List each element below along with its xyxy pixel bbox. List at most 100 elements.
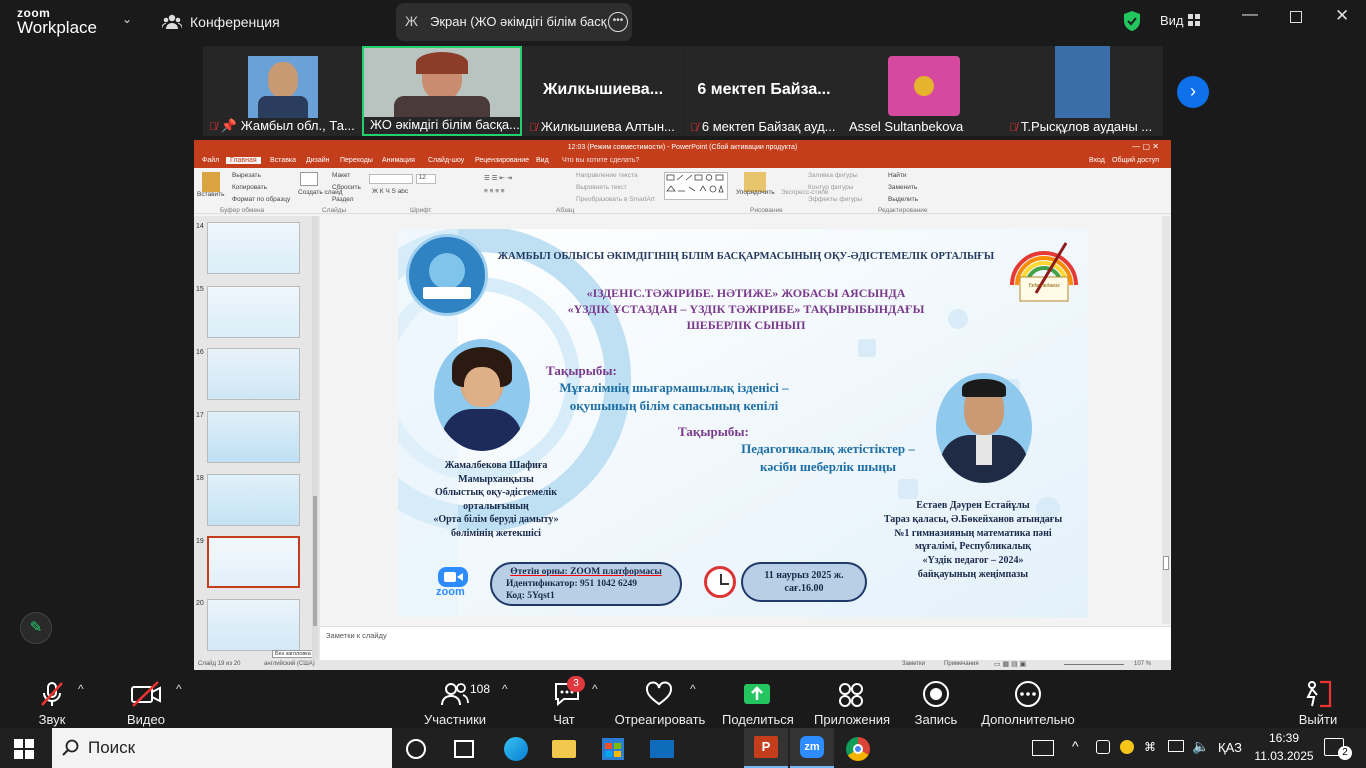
align-text-button[interactable]: Выровнять текст — [576, 184, 627, 191]
taskbar-search-box[interactable]: Поиск — [52, 728, 392, 768]
tab-design[interactable]: Дизайн — [306, 157, 330, 164]
tab-slideshow[interactable]: Слайд-шоу — [428, 157, 464, 164]
tab-file[interactable]: Файл — [202, 157, 219, 164]
view-button[interactable]: Вид — [1160, 13, 1184, 28]
section-button[interactable]: Раздел — [332, 196, 353, 203]
shapes-gallery[interactable] — [664, 172, 728, 200]
slide-thumbnail-20[interactable] — [207, 599, 300, 651]
slide-thumbnail-15[interactable] — [207, 286, 300, 338]
share-button[interactable]: Поделиться — [722, 712, 794, 727]
window-close-icon[interactable]: ✕ — [1335, 6, 1349, 26]
window-minimize-icon[interactable]: — — [1242, 6, 1258, 24]
font-style-buttons[interactable]: Ж К Ч S abc — [372, 188, 408, 195]
record-icon[interactable] — [922, 680, 950, 708]
leave-button[interactable]: Выйти — [1296, 712, 1340, 727]
video-off-icon[interactable] — [130, 680, 162, 708]
video-tile-4[interactable]: 6 мектеп Байза... 🎙̸ 6 мектеп Байзақ ауд… — [684, 46, 844, 136]
participants-button[interactable]: Участники — [420, 712, 490, 727]
font-name-select[interactable] — [369, 174, 413, 184]
paste-icon[interactable] — [202, 172, 220, 192]
ppt-window-controls[interactable]: — ▢ ✕ — [1132, 142, 1159, 151]
task-view-icon[interactable] — [454, 740, 474, 758]
chat-button[interactable]: Чат — [544, 712, 584, 727]
video-tile-1[interactable]: 🎙̸ 📌 Жамбыл обл., Та... — [203, 46, 363, 136]
smartart-button[interactable]: Преобразовать в SmartArt — [576, 196, 655, 203]
slide-thumbnail-14[interactable] — [207, 222, 300, 274]
apps-icon[interactable] — [836, 680, 866, 708]
reactions-chevron-icon[interactable]: ^ — [690, 682, 696, 710]
shape-effects-button[interactable]: Эффекты фигуры — [808, 196, 862, 203]
file-explorer-icon[interactable] — [552, 740, 576, 758]
participants-chevron-icon[interactable]: ^ — [502, 682, 508, 710]
participants-icon[interactable] — [440, 680, 470, 708]
video-options-chevron-icon[interactable]: ^ — [176, 682, 182, 710]
video-tile-5[interactable]: Assel Sultanbekova — [843, 46, 1003, 136]
slide-thumbnail-17[interactable] — [207, 411, 300, 463]
chat-chevron-icon[interactable]: ^ — [592, 682, 598, 710]
tell-me-search[interactable]: Что вы хотите сделать? — [562, 157, 639, 164]
microphone-muted-icon[interactable] — [38, 680, 66, 708]
new-slide-icon[interactable] — [300, 172, 318, 186]
clock-time[interactable]: 16:39 — [1256, 731, 1312, 745]
chrome-icon[interactable] — [846, 737, 870, 761]
video-tile-2-active-speaker[interactable]: ЖО әкімдігі білім басқа... — [362, 46, 522, 136]
zoom-slider[interactable] — [1064, 664, 1124, 665]
ms-store-icon[interactable] — [602, 738, 624, 760]
network-icon[interactable] — [1168, 740, 1184, 752]
volume-icon[interactable]: 🔈 — [1192, 738, 1209, 755]
shape-outline-button[interactable]: Контур фигуры — [808, 184, 853, 191]
reaction-heart-icon[interactable] — [644, 680, 674, 708]
slide-thumbnail-16[interactable] — [207, 348, 300, 400]
apps-button[interactable]: Приложения — [814, 712, 890, 727]
align-buttons[interactable]: ≡ ≡ ≡ ≡ — [484, 188, 505, 195]
chevron-down-icon[interactable]: ⌄ — [122, 12, 132, 26]
reset-button[interactable]: Сбросить — [332, 184, 361, 191]
notes-pane[interactable]: Заметки к слайду — [320, 626, 1171, 660]
tab-transitions[interactable]: Переходы — [340, 157, 373, 164]
leave-meeting-icon[interactable] — [1302, 680, 1332, 708]
cut-button[interactable]: Вырезать — [232, 172, 261, 179]
gallery-next-page-button[interactable]: › — [1177, 76, 1209, 108]
audio-button[interactable]: Звук — [30, 712, 74, 727]
annotate-pencil-button[interactable]: ✎ — [20, 612, 52, 644]
paste-button[interactable]: Вставить — [197, 191, 225, 198]
more-button[interactable]: Дополнительно — [980, 712, 1076, 727]
sign-in-link[interactable]: Вход — [1089, 157, 1105, 164]
slide-thumbnail-18[interactable] — [207, 474, 300, 526]
tray-chevron-up-icon[interactable]: ^ — [1072, 738, 1079, 754]
encryption-shield-icon[interactable] — [1122, 10, 1142, 32]
grid-view-icon[interactable] — [1188, 14, 1200, 26]
list-buttons[interactable]: ☰ ☰ ⇤ ⇥ — [484, 174, 512, 182]
format-painter-button[interactable]: Формат по образцу — [232, 196, 290, 203]
conference-label[interactable]: Конференция — [190, 14, 280, 30]
share-link[interactable]: Общий доступ — [1112, 157, 1159, 164]
tray-app-icon[interactable] — [1120, 740, 1134, 754]
edge-browser-icon[interactable] — [504, 737, 528, 761]
language-indicator[interactable]: ҚАЗ — [1218, 740, 1242, 755]
select-button[interactable]: Выделить — [888, 196, 918, 203]
more-icon[interactable] — [1014, 680, 1042, 708]
audio-options-chevron-icon[interactable]: ^ — [78, 682, 84, 710]
shape-fill-button[interactable]: Заливка фигуры — [808, 172, 858, 179]
video-button[interactable]: Видео — [122, 712, 170, 727]
windows-start-icon[interactable] — [14, 739, 34, 759]
share-screen-icon[interactable] — [742, 680, 772, 708]
tab-animations[interactable]: Анимация — [382, 157, 415, 164]
window-maximize-icon[interactable] — [1290, 11, 1302, 23]
tray-camera-icon[interactable] — [1096, 740, 1110, 754]
current-slide-canvas[interactable]: Үздік педагог ЖАМБЫЛ ОБЛЫСЫ ӘКІМДІГІНІҢ … — [398, 229, 1088, 617]
slide-scrollbar[interactable] — [1162, 216, 1170, 624]
tab-home[interactable]: Главная — [226, 157, 261, 164]
find-button[interactable]: Найти — [888, 172, 907, 179]
video-tile-3[interactable]: Жилкышиева... 🎙̸ Жилкышиева Алтын... — [523, 46, 683, 136]
taskbar-zoom[interactable]: zm — [790, 728, 834, 768]
keyboard-icon[interactable] — [1032, 740, 1054, 756]
tray-input-icon[interactable]: ⌘ — [1144, 740, 1156, 754]
tab-review[interactable]: Рецензирование — [475, 157, 529, 164]
slide-thumbnail-19-selected[interactable] — [207, 536, 300, 588]
arrange-button[interactable]: Упорядочить — [736, 189, 775, 196]
comments-toggle[interactable]: Примечания — [944, 661, 979, 667]
copy-button[interactable]: Копировать — [232, 184, 267, 191]
thumbnail-scrollbar[interactable] — [312, 216, 318, 660]
video-tile-6[interactable]: 🎙̸ Т.Рысқұлов ауданы ... — [1003, 46, 1163, 136]
